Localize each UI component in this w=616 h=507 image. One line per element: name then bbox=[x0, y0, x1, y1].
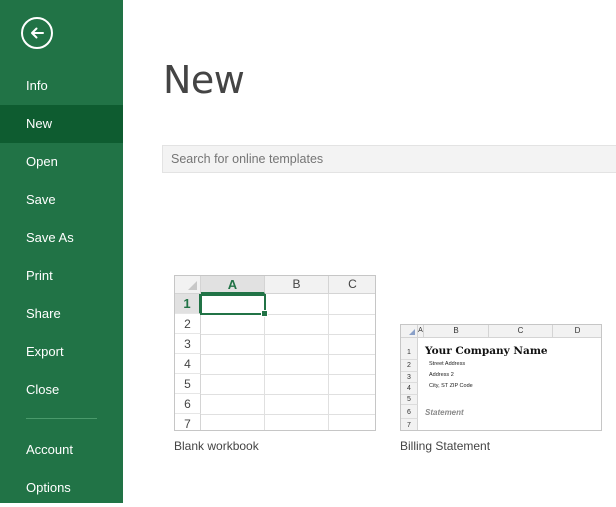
nav-label: New bbox=[26, 116, 53, 131]
back-button[interactable] bbox=[21, 17, 53, 49]
grid-line bbox=[201, 334, 375, 335]
nav-save[interactable]: Save bbox=[0, 181, 123, 219]
address-line: City, ST ZIP Code bbox=[429, 383, 473, 389]
column-header: B bbox=[265, 276, 329, 294]
row-header: 5 bbox=[175, 374, 201, 394]
sidebar-divider bbox=[26, 418, 97, 419]
row-header: 3 bbox=[401, 372, 418, 383]
row-header: 4 bbox=[401, 383, 418, 395]
nav-label: Share bbox=[26, 306, 61, 321]
column-header: C bbox=[329, 276, 375, 294]
row-header: 1 bbox=[401, 338, 418, 360]
column-header: B bbox=[424, 325, 489, 338]
nav-share[interactable]: Share bbox=[0, 295, 123, 333]
nav-label: Open bbox=[26, 154, 58, 169]
row-header: 4 bbox=[175, 354, 201, 374]
row-header: 7 bbox=[401, 419, 418, 430]
row-header: 1 bbox=[175, 294, 201, 314]
template-billing-statement[interactable]: A B C D 1 2 3 4 5 6 7 Your Company Name … bbox=[400, 324, 602, 431]
template-blank-workbook[interactable]: A B C 1 2 3 4 5 6 7 bbox=[174, 275, 376, 431]
nav-label: Info bbox=[26, 78, 48, 93]
nav-label: Print bbox=[26, 268, 53, 283]
grid-line bbox=[201, 354, 375, 355]
address-line: Street Address bbox=[429, 361, 466, 367]
row-header: 6 bbox=[175, 394, 201, 414]
nav-options[interactable]: Options bbox=[0, 469, 123, 507]
template-caption: Billing Statement bbox=[400, 439, 491, 453]
back-arrow-icon bbox=[31, 27, 44, 39]
statement-label: Statement bbox=[425, 408, 464, 417]
row-header: 3 bbox=[175, 334, 201, 354]
row-header: 2 bbox=[175, 314, 201, 334]
backstage-sidebar: Info New Open Save Save As Print Share E… bbox=[0, 0, 123, 503]
active-cell-indicator bbox=[200, 294, 268, 317]
nav-close[interactable]: Close bbox=[0, 371, 123, 409]
nav-print[interactable]: Print bbox=[0, 257, 123, 295]
nav-label: Options bbox=[26, 480, 71, 495]
address-line: Address 2 bbox=[429, 372, 454, 378]
nav-label: Close bbox=[26, 382, 60, 397]
nav-account[interactable]: Account bbox=[0, 431, 123, 469]
template-caption: Blank workbook bbox=[174, 439, 259, 453]
nav-save-as[interactable]: Save As bbox=[0, 219, 123, 257]
nav-label: Account bbox=[26, 442, 73, 457]
row-header: 2 bbox=[401, 360, 418, 372]
company-name: Your Company Name bbox=[425, 345, 548, 357]
search-templates-input[interactable] bbox=[162, 145, 616, 173]
nav-label: Export bbox=[26, 344, 64, 359]
row-header: 7 bbox=[175, 414, 201, 430]
column-header: C bbox=[489, 325, 553, 338]
column-header: A bbox=[201, 276, 265, 294]
select-all-corner bbox=[401, 325, 418, 338]
nav-new[interactable]: New bbox=[0, 105, 123, 143]
select-all-corner bbox=[175, 276, 201, 294]
row-header: 5 bbox=[401, 395, 418, 405]
page-title: New bbox=[163, 58, 245, 102]
nav-open[interactable]: Open bbox=[0, 143, 123, 181]
column-header: D bbox=[553, 325, 601, 338]
nav-export[interactable]: Export bbox=[0, 333, 123, 371]
grid-line bbox=[201, 414, 375, 415]
nav-label: Save bbox=[26, 192, 56, 207]
grid-line bbox=[201, 374, 375, 375]
row-header: 6 bbox=[401, 405, 418, 419]
nav-label: Save As bbox=[26, 230, 74, 245]
grid-line bbox=[201, 394, 375, 395]
nav-info[interactable]: Info bbox=[0, 67, 123, 105]
